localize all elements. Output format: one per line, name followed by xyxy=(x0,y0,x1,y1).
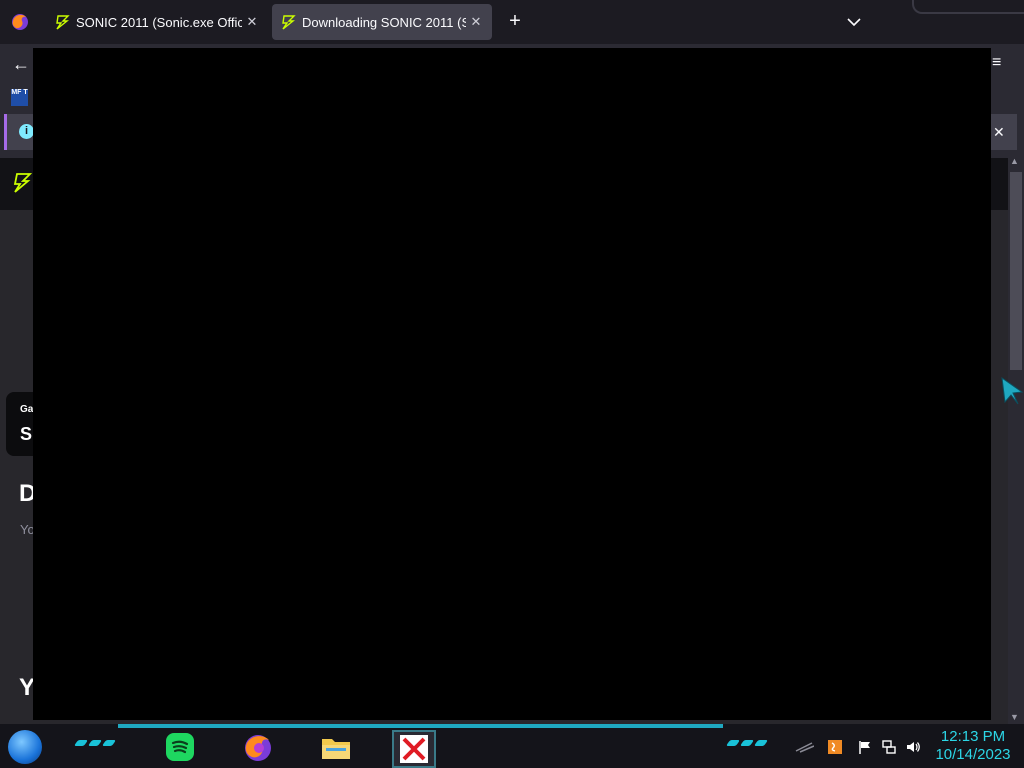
tab-title: SONIC 2011 (Sonic.exe Official xyxy=(76,14,242,30)
tab-close-icon[interactable]: ✕ xyxy=(242,12,262,32)
mouse-cursor-icon xyxy=(1000,376,1024,411)
tab-title: Downloading SONIC 2011 (Sonic xyxy=(302,14,466,30)
game-card-title: S xyxy=(20,424,33,444)
scroll-down-arrow-icon[interactable]: ▼ xyxy=(1010,712,1019,722)
taskbar-decoration-left xyxy=(73,740,117,746)
game-card-tag: Ga xyxy=(20,404,34,415)
java-update-icon[interactable] xyxy=(826,738,844,756)
clock-date: 10/14/2023 xyxy=(935,746,1011,763)
action-center-flag-icon[interactable] xyxy=(856,738,874,756)
taskbar-accent-edge xyxy=(118,724,723,728)
red-x-app-icon[interactable] xyxy=(392,730,436,768)
start-orb-button[interactable] xyxy=(8,730,42,764)
taskbar-decoration-right xyxy=(725,740,769,746)
hamburger-menu-icon[interactable]: ≡ xyxy=(992,54,1001,72)
spotify-icon[interactable] xyxy=(160,730,200,764)
tab-sonic-2011[interactable]: SONIC 2011 (Sonic.exe Official ✕ xyxy=(46,4,268,40)
tabstrip-decoration xyxy=(912,0,1024,14)
scrollbar-thumb[interactable] xyxy=(1010,172,1022,370)
tab-downloading-sonic-2011[interactable]: Downloading SONIC 2011 (Sonic ✕ xyxy=(272,4,492,40)
file-explorer-icon[interactable] xyxy=(316,730,356,764)
clock-time: 12:13 PM xyxy=(940,728,1006,745)
gamejolt-logo-icon[interactable] xyxy=(12,172,33,199)
taskbar-clock[interactable]: 12:13 PM 10/14/2023 xyxy=(930,728,1016,764)
gamejolt-icon xyxy=(280,14,296,30)
notification-close-icon[interactable]: ✕ xyxy=(993,124,1005,141)
list-all-tabs-chevron-icon[interactable] xyxy=(842,12,866,32)
tab-close-icon[interactable]: ✕ xyxy=(466,12,486,32)
firefox-menu-icon[interactable] xyxy=(10,12,30,32)
back-arrow-icon[interactable]: ← xyxy=(12,54,30,75)
black-overlay-window xyxy=(33,48,991,720)
info-icon: i xyxy=(19,124,34,139)
firefox-icon[interactable] xyxy=(238,730,278,764)
gamejolt-icon xyxy=(54,14,70,30)
extension-badge-icon[interactable]: MF T xyxy=(11,89,28,106)
tray-overflow-icon[interactable] xyxy=(794,740,815,753)
volume-icon[interactable] xyxy=(904,738,922,756)
network-icon[interactable] xyxy=(880,738,898,756)
new-tab-button[interactable]: + xyxy=(504,10,526,34)
scroll-up-arrow-icon[interactable]: ▲ xyxy=(1010,156,1019,166)
